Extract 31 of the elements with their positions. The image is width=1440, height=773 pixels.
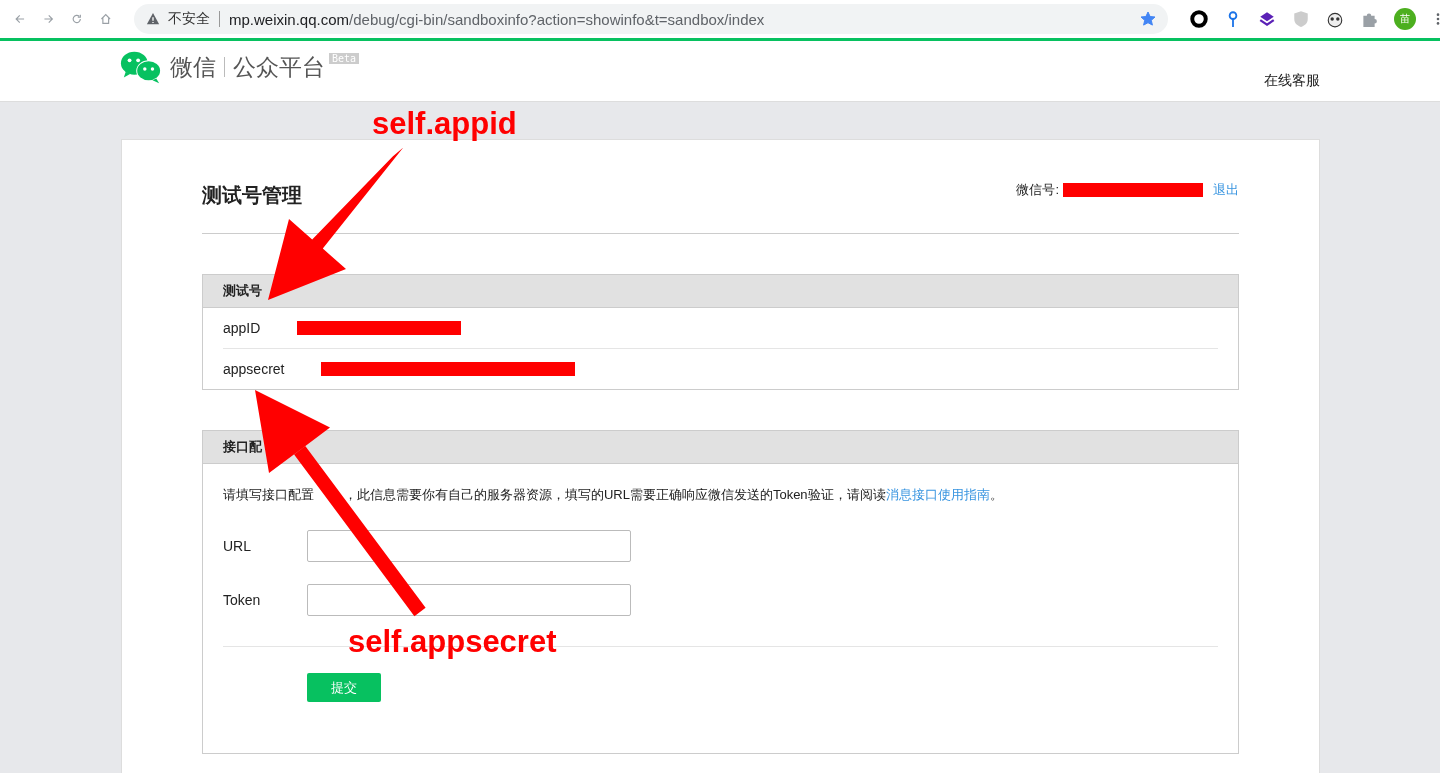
field-label: appsecret	[223, 361, 286, 377]
support-link[interactable]: 在线客服	[1264, 72, 1320, 90]
page-title: 测试号管理	[202, 183, 302, 208]
panel-heading: 接口配	[223, 438, 262, 456]
platform-name: 公众平台	[233, 52, 325, 82]
input-field[interactable]	[307, 529, 631, 562]
logo-text: 微信	[170, 52, 216, 82]
menu-icon[interactable]	[1436, 12, 1440, 26]
layers-icon[interactable]	[1258, 10, 1276, 28]
annotation-label: self.appsecret	[348, 624, 557, 660]
field-label: URL	[223, 537, 252, 554]
warning-icon	[146, 12, 160, 26]
description-text: 请填写接口配置 ，此信息需要你有自己的服务器资源，填写的URL需要正确响应微信发送的Token验证，请阅读消息接口使用指南。	[223, 486, 1004, 504]
star-icon[interactable]	[1140, 11, 1156, 27]
ring-icon[interactable]	[1190, 10, 1208, 28]
annotation-label: self.appid	[372, 106, 517, 142]
account-label: 微信号:	[1016, 180, 1059, 199]
field-label: appID	[223, 320, 262, 336]
url-text: mp.weixin.qq.com/debug/cgi-bin/sandboxinfo?action=showinfo&t=sandbox/index	[229, 10, 766, 28]
panel-heading: 测试号	[223, 282, 262, 300]
logout-link[interactable]: 退出	[1213, 180, 1239, 199]
panda-icon[interactable]	[1326, 10, 1344, 28]
home-icon[interactable]	[99, 11, 111, 27]
profile-avatar[interactable]: 苗	[1394, 8, 1416, 30]
logo-icon	[120, 50, 162, 84]
input-field[interactable]	[307, 583, 631, 616]
field-label: Token	[223, 591, 262, 608]
insecure-label: 不安全	[168, 10, 210, 28]
guide-link[interactable]: 消息接口使用指南	[885, 487, 990, 502]
address-bar[interactable]: 不安全 mp.weixin.qq.com/debug/cgi-bin/sandboxinfo?action=showinfo&t=sandbox/index	[134, 4, 1168, 34]
submit-button[interactable]: 提交	[307, 673, 381, 702]
